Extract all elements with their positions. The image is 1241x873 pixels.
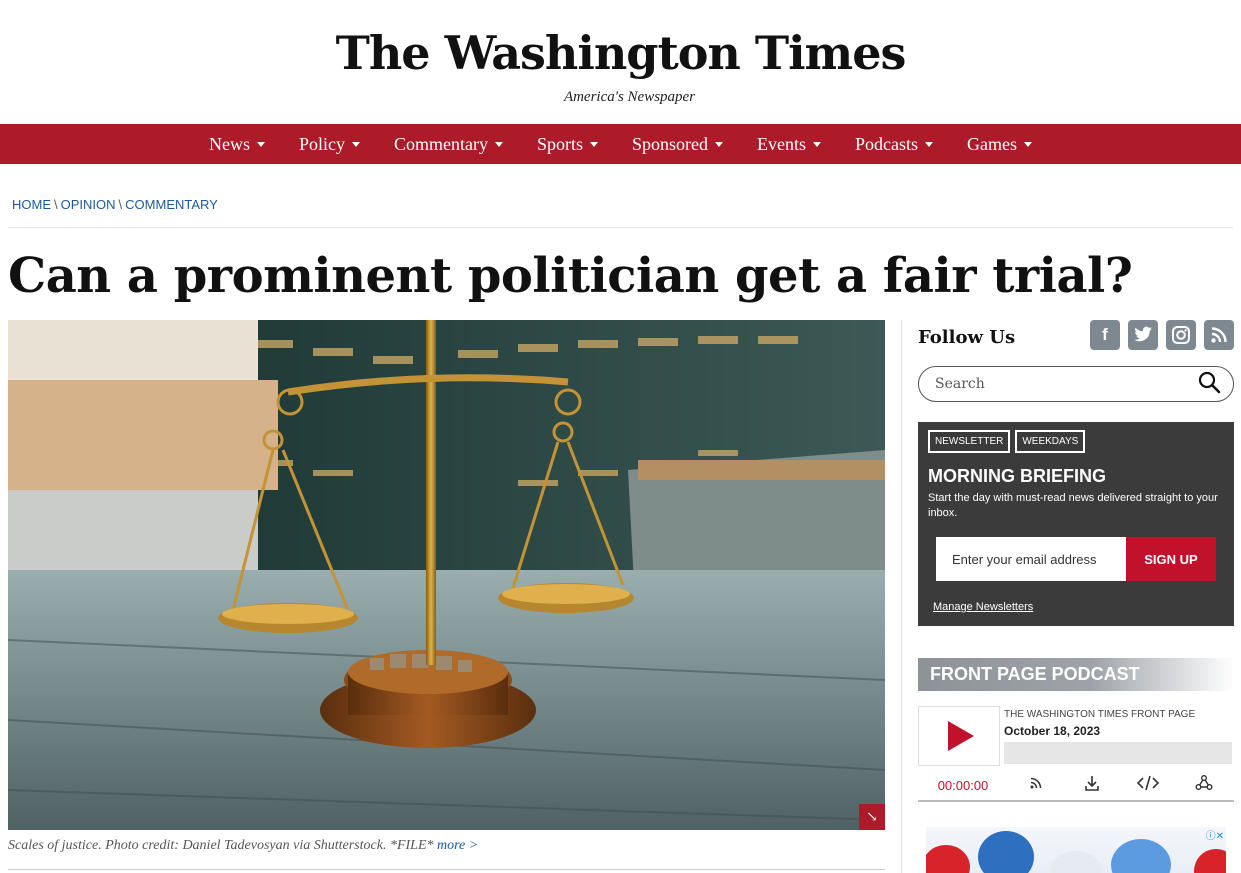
email-field[interactable] [936, 537, 1126, 581]
nav-item-commentary[interactable]: Commentary [394, 134, 503, 155]
breadcrumb-opinion[interactable]: OPINION [61, 197, 116, 212]
caret-down-icon [925, 141, 934, 147]
nav-label: Sponsored [632, 133, 709, 154]
expand-icon[interactable]: ↘ [859, 804, 885, 830]
search-bar [918, 366, 1234, 402]
embed-code-icon[interactable] [1120, 775, 1176, 795]
podcast-show-name: THE WASHINGTON TIMES FRONT PAGE [1004, 709, 1196, 720]
article-headline: Can a prominent politician get a fair tr… [8, 248, 1133, 304]
nav-label: Events [757, 133, 807, 154]
sign-up-button[interactable]: SIGN UP [1126, 537, 1216, 581]
divider [8, 869, 885, 870]
caret-down-icon [352, 141, 361, 147]
follow-us-heading: Follow Us [918, 327, 1016, 348]
breadcrumb-separator: \ [118, 197, 123, 212]
nav-item-news[interactable]: News [209, 134, 265, 155]
newsletter-tag: NEWSLETTER [928, 430, 1011, 453]
podcast-time: 00:00:00 [937, 777, 989, 793]
rss-icon[interactable] [1204, 320, 1234, 350]
share-icon[interactable] [1176, 774, 1232, 796]
scales-of-justice-illustration [8, 320, 885, 830]
advertisement[interactable]: ⓘ✕ [926, 827, 1226, 873]
nav-item-games[interactable]: Games [967, 134, 1032, 155]
hero-image[interactable]: ↘ [8, 320, 885, 830]
nav-item-policy[interactable]: Policy [299, 133, 361, 155]
social-links: f [1090, 320, 1234, 350]
instagram-icon[interactable] [1166, 320, 1196, 350]
site-tagline: America's Newspaper [563, 89, 696, 105]
caret-down-icon [495, 141, 503, 147]
nav-label: Podcasts [855, 133, 919, 154]
facebook-icon[interactable]: f [1090, 320, 1120, 350]
caret-down-icon [1024, 141, 1032, 147]
manage-newsletters-link[interactable]: Manage Newsletters [933, 601, 1033, 613]
nav-label: News [209, 133, 250, 154]
caption-text: Scales of justice. Photo credit: Daniel … [8, 838, 437, 853]
newsletter-signup: NEWSLETTER WEEKDAYS MORNING BRIEFING Sta… [918, 422, 1234, 626]
podcast-section-title: FRONT PAGE PODCAST [918, 658, 1234, 691]
caret-down-icon [715, 141, 724, 147]
breadcrumb-separator: \ [54, 197, 58, 212]
site-logo[interactable]: The Washington Times [0, 26, 1241, 80]
caption-more-link[interactable]: more > [437, 838, 478, 853]
ad-choices-icon[interactable]: ⓘ✕ [1206, 827, 1224, 842]
play-button[interactable] [918, 706, 1000, 766]
nav-label: Sports [537, 133, 584, 154]
masthead: The Washington Times America's Newspaper [0, 0, 1241, 124]
rss-feed-icon[interactable] [1008, 775, 1064, 795]
newsletter-description: Start the day with must-read news delive… [928, 492, 1218, 519]
twitter-icon[interactable] [1128, 320, 1158, 350]
breadcrumb-home[interactable]: HOME [12, 197, 51, 212]
column-divider [901, 320, 902, 873]
caret-down-icon [590, 141, 599, 147]
main-nav: News Policy Commentary Sports Sponsored … [0, 124, 1241, 164]
nav-item-events[interactable]: Events [757, 133, 822, 155]
frequency-tag: WEEKDAYS [1015, 430, 1086, 453]
play-icon [948, 721, 974, 751]
podcast-episode-date: October 18, 2023 [1004, 724, 1101, 738]
download-icon[interactable] [1064, 774, 1120, 796]
image-caption: Scales of justice. Photo credit: Daniel … [8, 838, 478, 854]
caret-down-icon [813, 141, 822, 147]
breadcrumb-commentary[interactable]: COMMENTARY [125, 197, 218, 212]
ad-balloons-image [926, 831, 1226, 873]
breadcrumb: HOME \ OPINION \ COMMENTARY [12, 197, 218, 212]
podcast-controls: 00:00:00 [918, 770, 1234, 800]
caret-down-icon [257, 141, 265, 147]
nav-label: Commentary [394, 133, 488, 154]
nav-item-sponsored[interactable]: Sponsored [632, 133, 724, 155]
divider [8, 227, 1233, 228]
nav-item-sports[interactable]: Sports [537, 133, 599, 155]
search-input[interactable] [935, 376, 1175, 392]
nav-label: Games [967, 133, 1017, 154]
newsletter-title: MORNING BRIEFING [928, 466, 1106, 486]
nav-item-podcasts[interactable]: Podcasts [855, 133, 934, 155]
search-icon[interactable] [1197, 370, 1221, 398]
podcast-progress-bar[interactable] [1004, 742, 1232, 764]
newsletter-tags: NEWSLETTER WEEKDAYS [928, 430, 1086, 453]
podcast-player: THE WASHINGTON TIMES FRONT PAGE October … [918, 706, 1234, 802]
nav-label: Policy [299, 133, 346, 154]
